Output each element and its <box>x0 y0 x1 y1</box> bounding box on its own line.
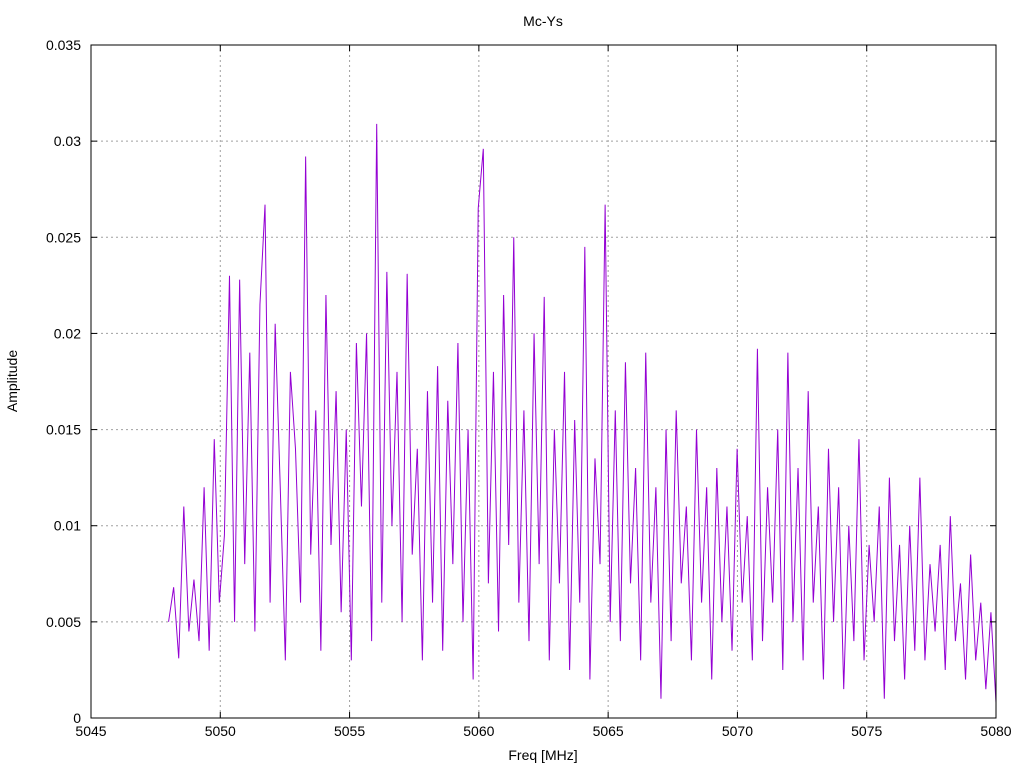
x-tick-label: 5060 <box>463 723 494 739</box>
x-tick-label: 5075 <box>851 723 882 739</box>
x-tick-label: 5070 <box>722 723 753 739</box>
chart: 5045 5050 5055 5060 5065 5070 5075 508000.0050.… <box>4 13 1012 763</box>
y-tick-label: 0.02 <box>54 325 81 341</box>
y-tick-label: 0.025 <box>46 229 81 245</box>
y-axis-label: Amplitude <box>4 350 20 412</box>
x-tick-label: 5055 <box>334 723 365 739</box>
x-tick-label: 5065 <box>593 723 624 739</box>
series-line-mc-ys <box>168 123 997 703</box>
y-tick-label: 0 <box>73 710 81 726</box>
y-tick-label: 0.01 <box>54 518 81 534</box>
x-tick-label: 5080 <box>980 723 1011 739</box>
y-tick-label: 0.015 <box>46 422 81 438</box>
plot-border <box>90 44 997 719</box>
grid <box>91 45 996 718</box>
series-layer <box>168 123 997 703</box>
chart-title: Mc-Ys <box>523 13 563 29</box>
x-axis-label: Freq [MHz] <box>508 747 577 763</box>
x-tick-label: 5050 <box>205 723 236 739</box>
y-tick-label: 0.035 <box>46 37 81 53</box>
y-tick-label: 0.03 <box>54 133 81 149</box>
y-tick-label: 0.005 <box>46 614 81 630</box>
